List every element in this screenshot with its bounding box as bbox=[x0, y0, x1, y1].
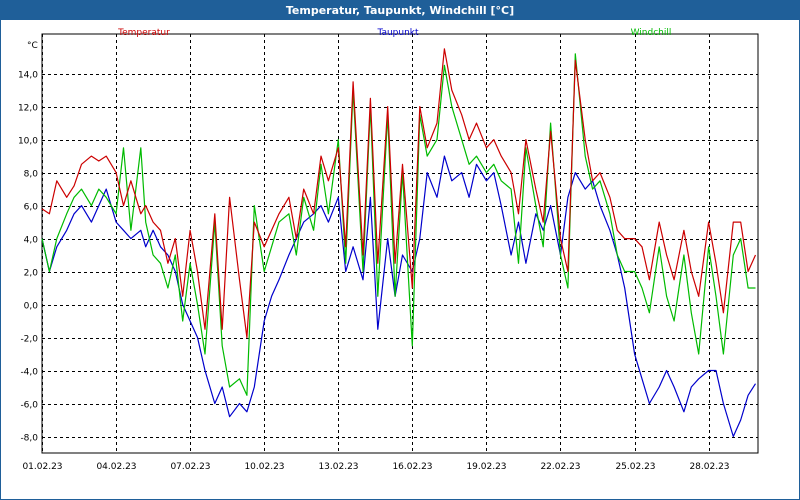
x-tick-label: 25.02.23 bbox=[615, 462, 655, 472]
plot-area bbox=[41, 33, 759, 454]
y-tick-label: 6,0 bbox=[24, 203, 39, 213]
x-tick-label: 19.02.23 bbox=[466, 462, 506, 472]
x-tick-label: 13.02.23 bbox=[318, 462, 358, 472]
y-tick-label: -2,0 bbox=[20, 335, 38, 345]
y-tick-label: 10,0 bbox=[18, 137, 38, 147]
chart-window: Temperatur, Taupunkt, Windchill [°C] 14,… bbox=[0, 0, 800, 500]
x-tick-label: 04.02.23 bbox=[96, 462, 136, 472]
y-tick-label: 4,0 bbox=[24, 236, 39, 246]
y-tick-label: 12,0 bbox=[18, 104, 38, 114]
y-tick-label: 14,0 bbox=[18, 71, 38, 81]
x-tick-label: 22.02.23 bbox=[540, 462, 580, 472]
window-title: Temperatur, Taupunkt, Windchill [°C] bbox=[1, 1, 799, 20]
y-tick-label: 0,0 bbox=[24, 302, 39, 312]
x-tick-label: 01.02.23 bbox=[22, 462, 62, 472]
y-tick-label: 8,0 bbox=[24, 170, 39, 180]
x-tick-label: 07.02.23 bbox=[170, 462, 210, 472]
x-tick-label: 28.02.23 bbox=[689, 462, 729, 472]
chart-canvas: 14,0 12,0 10,0 8,0 6,0 4,0 2,0 0,0 -2,0 -4,0 -6,0 -… bbox=[18, 28, 759, 472]
y-tick-label: -6,0 bbox=[20, 401, 38, 411]
legend-entry-windchill: Windchill bbox=[631, 28, 672, 38]
x-tick-label: 16.02.23 bbox=[392, 462, 432, 472]
y-tick-label: 2,0 bbox=[24, 269, 39, 279]
y-tick-label: -4,0 bbox=[20, 368, 38, 378]
legend-entry-temperatur: Temperatur bbox=[117, 28, 170, 38]
x-tick-label: 10.02.23 bbox=[244, 462, 284, 472]
y-tick-label: -8,0 bbox=[20, 434, 38, 444]
legend-entry-taupunkt: Taupunkt bbox=[376, 28, 419, 38]
y-axis-label: °C bbox=[27, 41, 38, 51]
